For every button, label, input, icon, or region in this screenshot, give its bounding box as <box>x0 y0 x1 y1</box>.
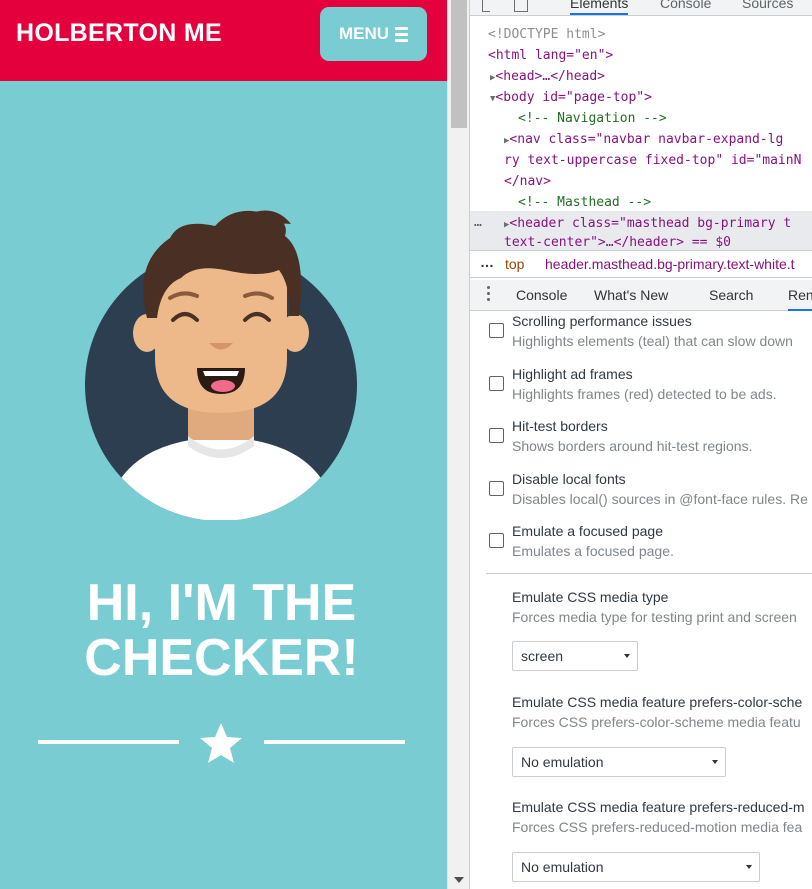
drawer-tabbar: Console What's New Search Ren <box>470 280 812 311</box>
setting-media-type: Emulate CSS media type Forces media type… <box>512 589 812 671</box>
option-disable-local-fonts: Disable local fonts Disables local() sou… <box>470 470 812 520</box>
comment-masthead[interactable]: <!-- Masthead --> <box>518 193 651 214</box>
star-icon <box>200 723 242 763</box>
html-node[interactable]: <html lang="en"> <box>488 46 613 67</box>
option-emulate-focused-page: Emulate a focused page Emulates a focuse… <box>470 522 812 572</box>
option-title: Emulate a focused page <box>512 523 663 539</box>
tab-console[interactable]: Console <box>660 0 711 11</box>
option-title: Hit-test borders <box>512 418 608 434</box>
nav-node-continued[interactable]: ry text-uppercase fixed-top" id="mainN <box>504 151 801 172</box>
setting-prefers-color-scheme: Emulate CSS media feature prefers-color-… <box>512 694 812 777</box>
elements-tree: … <!DOCTYPE html> <html lang="en"> ▶<hea… <box>470 17 812 253</box>
head-node[interactable]: <head>…</head> <box>495 69 605 84</box>
option-title: Highlight ad frames <box>512 366 633 382</box>
chevron-down-icon <box>712 760 718 764</box>
chevron-down-icon <box>746 865 752 869</box>
header-node[interactable]: <header class="masthead bg-primary t <box>509 216 791 231</box>
hero-title: HI, I'M THE CHECKER! <box>0 576 443 686</box>
setting-description: Forces CSS prefers-color-scheme media fe… <box>512 714 801 730</box>
setting-description: Forces CSS prefers-reduced-motion media … <box>512 819 803 835</box>
scroll-down-arrow-icon[interactable] <box>454 877 464 883</box>
option-description: Emulates a focused page. <box>512 543 674 559</box>
hero-title-line-2: CHECKER! <box>84 629 359 687</box>
option-highlight-ad-frames: Highlight ad frames Highlights frames (r… <box>470 365 812 415</box>
nav-node[interactable]: <nav class="navbar navbar-expand-lg <box>509 132 791 147</box>
body-node[interactable]: <body id="page-top"> <box>495 90 652 105</box>
node-actions-ellipsis[interactable]: … <box>474 213 482 234</box>
avatar-illustration <box>85 210 357 520</box>
inspect-element-icon[interactable] <box>482 0 490 12</box>
option-title: Disable local fonts <box>512 471 626 487</box>
setting-description: Forces media type for testing print and … <box>512 609 797 625</box>
option-description: Disables local() sources in @font-face r… <box>512 491 808 507</box>
option-description: Shows borders around hit-test regions. <box>512 438 753 454</box>
divider-line-left <box>38 740 179 744</box>
star-divider <box>38 722 405 763</box>
device-toolbar-icon[interactable] <box>514 0 528 12</box>
hamburger-icon <box>395 26 409 42</box>
checkbox-scrolling-performance[interactable] <box>489 323 504 338</box>
option-hit-test-borders: Hit-test borders Shows borders around hi… <box>470 417 812 467</box>
brand-link[interactable]: HOLBERTON ME <box>16 19 222 48</box>
checkbox-emulate-focused-page[interactable] <box>489 533 504 548</box>
drawer-tab-console[interactable]: Console <box>516 287 567 303</box>
doctype-node[interactable]: <!DOCTYPE html> <box>488 25 605 46</box>
menu-button[interactable]: MENU <box>320 7 427 61</box>
breadcrumb-current[interactable]: header.masthead.bg-primary.text-white.t <box>545 256 795 272</box>
drawer-menu-icon[interactable] <box>487 286 491 304</box>
media-type-select[interactable]: screen <box>512 641 638 671</box>
prefers-color-scheme-select[interactable]: No emulation <box>512 747 726 777</box>
checkbox-disable-local-fonts[interactable] <box>489 481 504 496</box>
rendering-panel: Scrolling performance issues Highlights … <box>470 311 812 889</box>
select-value: screen <box>521 648 564 664</box>
setting-title: Emulate CSS media feature prefers-color-… <box>512 694 803 710</box>
drawer-tab-search[interactable]: Search <box>709 287 753 303</box>
setting-prefers-reduced-motion: Emulate CSS media feature prefers-reduce… <box>512 799 812 882</box>
scrollbar-thumb[interactable] <box>451 0 467 128</box>
devtools-panel: Elements Console Sources … <!DOCTYPE htm… <box>469 0 812 889</box>
dom-breadcrumb: … top header.masthead.bg-primary.text-wh… <box>470 250 812 278</box>
tab-sources[interactable]: Sources <box>742 0 793 11</box>
drawer-tab-rendering[interactable]: Ren <box>788 287 812 311</box>
option-description: Highlights frames (red) detected to be a… <box>512 386 777 402</box>
setting-title: Emulate CSS media type <box>512 589 669 605</box>
breadcrumb-overflow-icon[interactable]: … <box>480 254 494 270</box>
breadcrumb-top[interactable]: top <box>505 256 524 272</box>
devtools-toolbar: Elements Console Sources <box>470 0 812 16</box>
comment-navigation[interactable]: <!-- Navigation --> <box>518 109 667 130</box>
prefers-reduced-motion-select[interactable]: No emulation <box>512 852 760 882</box>
tab-elements[interactable]: Elements <box>570 0 629 15</box>
select-value: No emulation <box>521 754 604 770</box>
option-title: Scrolling performance issues <box>512 313 692 329</box>
option-scrolling-performance: Scrolling performance issues Highlights … <box>470 312 812 362</box>
page-preview: HOLBERTON ME MENU HI, I'M THE CHECKER! <box>0 0 447 889</box>
nav-close-node[interactable]: </nav> <box>504 172 551 193</box>
page-scrollbar[interactable] <box>447 0 469 889</box>
select-value: No emulation <box>521 859 604 875</box>
checkbox-hit-test-borders[interactable] <box>489 428 504 443</box>
divider-line-right <box>264 740 405 744</box>
menu-button-label: MENU <box>338 24 390 43</box>
navbar: HOLBERTON ME MENU <box>0 0 447 81</box>
checkbox-highlight-ad-frames[interactable] <box>489 376 504 391</box>
hero-title-line-1: HI, I'M THE <box>86 574 357 632</box>
section-divider <box>486 573 812 574</box>
option-description: Highlights elements (teal) that can slow… <box>512 333 793 349</box>
setting-title: Emulate CSS media feature prefers-reduce… <box>512 799 805 815</box>
drawer-tab-whats-new[interactable]: What's New <box>594 287 668 303</box>
chevron-down-icon <box>624 654 630 658</box>
